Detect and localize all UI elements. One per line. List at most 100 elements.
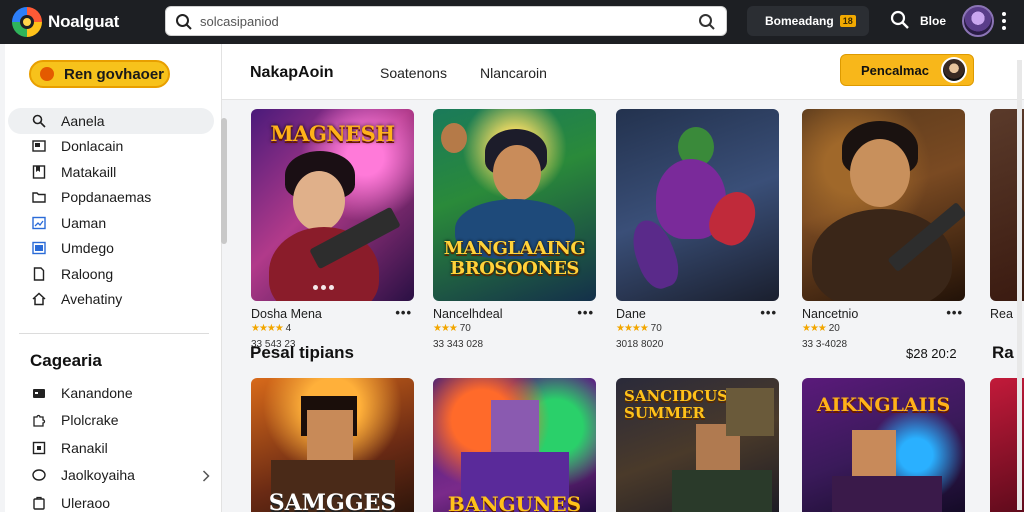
tab-0[interactable]: Soatenons <box>380 65 447 81</box>
notification-badge: 18 <box>839 15 856 27</box>
search-bar[interactable] <box>165 6 727 36</box>
game-rating: ★★★★ 4 <box>251 323 292 334</box>
gallery-icon <box>32 242 46 255</box>
more-options-icon[interactable]: ••• <box>577 305 594 320</box>
sidebar-item-label: Matakaill <box>61 163 117 180</box>
game-title[interactable]: Nancelhdeal <box>433 307 503 321</box>
header-action-label: Pencalmac <box>861 62 929 78</box>
sidebar-item-5[interactable]: Umdego <box>8 236 214 262</box>
category-label: Kanandone <box>61 384 133 401</box>
category-item-1[interactable]: Plolcrake <box>8 407 214 435</box>
category-label: Plolcrake <box>61 412 119 429</box>
game-title[interactable]: Dosha Mena <box>251 307 322 321</box>
sidebar-item-label: Aanela <box>61 112 105 129</box>
category-label: Uleraoo <box>61 494 111 511</box>
sidebar-cta-button[interactable]: Ren govhaoer <box>29 60 170 88</box>
category-item-4[interactable]: Uleraoo <box>8 489 214 512</box>
sidebar-item-label: Umdego <box>61 240 114 257</box>
game-rating: ★★★ 70 <box>433 323 471 334</box>
sidebar-item-3[interactable]: Popdanaemas <box>8 185 214 211</box>
more-options-icon[interactable]: ••• <box>760 305 777 320</box>
more-options-icon[interactable]: ••• <box>395 305 412 320</box>
header-action-button[interactable]: Pencalmac <box>840 54 974 86</box>
search-input[interactable] <box>200 11 680 31</box>
top-bar: Noalguat Bomeadang 18 Bloe <box>0 0 1024 44</box>
game-card[interactable]: Nancetnio ••• ★★★ 20 33 3-4028 <box>802 109 965 350</box>
sidebar-divider <box>19 333 209 334</box>
game-cover-image[interactable]: AIKNGLAIIS <box>802 378 965 512</box>
sidebar-item-7[interactable]: Avehatiny <box>8 287 214 313</box>
circle-icon <box>32 469 46 481</box>
category-item-0[interactable]: Kanandone <box>8 379 214 407</box>
categories-title: Cagearia <box>30 351 102 370</box>
chevron-right-icon[interactable] <box>202 469 210 482</box>
game-card[interactable]: MAGNESH Dosha Mena ••• ★★★★ 4 33 543 23 <box>251 109 414 350</box>
game-card[interactable]: Dane ••• ★★★★ 70 3018 8020 <box>616 109 779 350</box>
category-item-3[interactable]: Jaolkoyaiha <box>8 462 214 490</box>
app-logo-icon[interactable] <box>12 7 42 37</box>
bag-icon <box>33 496 45 510</box>
sidebar-nav: Aanela Donlacain Matakaill Popdanaemas U… <box>8 108 214 312</box>
game-rating: ★★★ 20 <box>802 323 840 334</box>
cover-title-art: MAGNESH <box>270 121 395 146</box>
content-header: NakapAoin Soatenons Nlancaroin Pencalmac <box>222 44 1024 100</box>
home-icon <box>32 292 46 306</box>
square-icon <box>32 441 46 454</box>
brand-name[interactable]: Noalguat <box>48 12 119 32</box>
tab-1[interactable]: Nlancaroin <box>480 65 547 81</box>
game-cover-image[interactable] <box>616 109 779 301</box>
folder-icon <box>32 192 46 203</box>
star-icon: ★★★ <box>433 323 458 334</box>
topbar-action-label: Bomeadang <box>765 14 834 28</box>
sidebar: Ren govhaoer Aanela Donlacain Matakaill … <box>5 44 222 512</box>
page-title: NakapAoin <box>250 64 334 81</box>
game-cover-image[interactable]: MANGLAAING BROSOONES <box>433 109 596 301</box>
main-scrollbar[interactable] <box>1017 60 1022 510</box>
sidebar-item-label: Popdanaemas <box>61 189 152 206</box>
more-options-icon[interactable]: ••• <box>946 305 963 320</box>
category-label: Ranakil <box>61 439 108 456</box>
game-cover-image[interactable]: SAMGGES <box>251 378 414 512</box>
category-label: Jaolkoyaiha <box>61 467 135 484</box>
sidebar-item-6[interactable]: Raloong <box>8 261 214 287</box>
cta-dot-icon <box>40 67 54 81</box>
download-count: 3018 8020 <box>616 339 664 350</box>
game-cover-image[interactable]: MAGNESH <box>251 109 414 301</box>
cover-title-art: MANGLAAING BROSOONES <box>443 238 586 279</box>
gamepad-icon <box>33 388 45 398</box>
user-label[interactable]: Bloe <box>920 14 946 28</box>
user-avatar[interactable] <box>962 5 994 37</box>
more-menu-icon[interactable] <box>1002 12 1006 32</box>
cover-title-art: BANGUNES <box>447 492 582 512</box>
star-icon: ★★★ <box>802 323 827 334</box>
sidebar-item-label: Raloong <box>61 265 114 282</box>
main-content: NakapAoin Soatenons Nlancaroin Pencalmac… <box>222 44 1024 512</box>
sidebar-item-2[interactable]: Matakaill <box>8 159 214 185</box>
game-title[interactable]: Rea <box>990 307 1013 321</box>
sidebar-item-1[interactable]: Donlacain <box>8 134 214 160</box>
price-label: $28 20:2 <box>906 346 957 361</box>
game-cover-image[interactable]: BANGUNES <box>433 378 596 512</box>
game-title[interactable]: Dane <box>616 307 646 321</box>
game-cover-image[interactable]: SANCIDCUS SUMMER <box>616 378 779 512</box>
cover-title-art: AIKNGLAIIS <box>816 394 951 416</box>
topbar-action-button[interactable]: Bomeadang 18 <box>747 6 869 36</box>
sidebar-item-0[interactable]: Aanela <box>8 108 214 134</box>
category-item-2[interactable]: Ranakil <box>8 434 214 462</box>
sidebar-item-label: Donlacain <box>61 138 124 155</box>
search-submit-icon[interactable] <box>698 13 716 31</box>
carousel-dots[interactable] <box>313 277 337 295</box>
document-icon <box>33 267 45 281</box>
game-rating: ★★★★ 70 <box>616 323 662 334</box>
bookmark-icon <box>32 165 46 179</box>
game-card[interactable]: MANGLAAING BROSOONES Nancelhdeal ••• ★★★… <box>433 109 596 350</box>
magnifier-icon[interactable] <box>890 10 910 30</box>
avatar <box>941 57 967 83</box>
game-cover-image[interactable] <box>802 109 965 301</box>
puzzle-icon <box>33 415 46 427</box>
download-count: 33 3-4028 <box>802 339 848 350</box>
cover-title-art: SANCIDCUS SUMMER <box>624 387 728 422</box>
game-title[interactable]: Nancetnio <box>802 307 858 321</box>
categories-list: Kanandone Plolcrake Ranakil Jaolkoyaiha … <box>8 379 214 512</box>
sidebar-item-4[interactable]: Uaman <box>8 210 214 236</box>
